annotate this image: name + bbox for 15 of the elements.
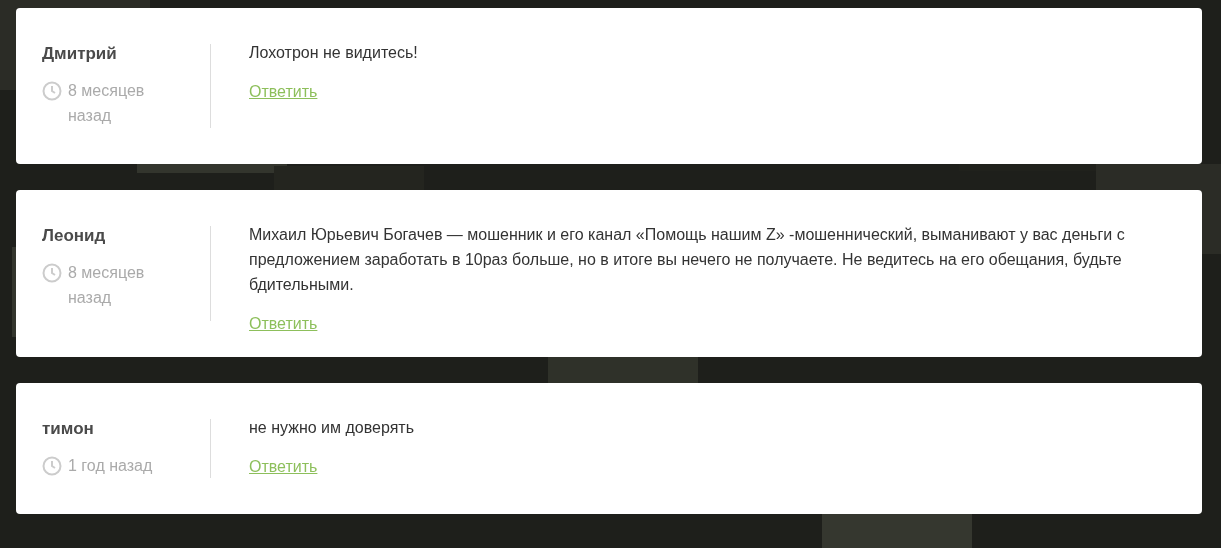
comment-text: не нужно им доверять	[249, 418, 415, 438]
author-name: тимон	[42, 419, 95, 439]
clock-icon	[42, 263, 62, 283]
reply-link[interactable]: Ответить	[249, 83, 318, 101]
comment-time: 8 месяцев назад	[68, 263, 146, 308]
clock-icon	[42, 81, 62, 101]
clock-icon	[42, 456, 62, 476]
comment-time: 8 месяцев назад	[68, 81, 146, 126]
reply-link[interactable]: Ответить	[249, 315, 318, 333]
comment-time: 1 год назад	[68, 456, 153, 476]
author-name: Леонид	[42, 226, 107, 246]
reply-link[interactable]: Ответить	[249, 458, 318, 476]
comment-text: Михаил Юрьевич Богачев — мошенник и его канал «Помощь нашим Z» -мошеннический, выманивают у вас деньги с предложением заработать в 10раз больше, но в итоге вы нечего не получаете. Не ведитесь на его обещания, будьте бдительными.	[249, 225, 1126, 295]
comment-text: Лохотрон не видитесь!	[249, 43, 419, 63]
author-name: Дмитрий	[42, 44, 118, 64]
